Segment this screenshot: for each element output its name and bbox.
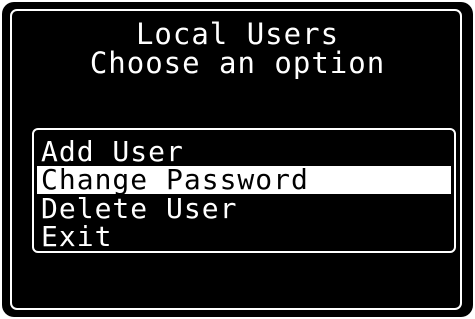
options-menu: Add User Change Password Delete User Exi… bbox=[32, 128, 456, 253]
dialog-title: Local Users bbox=[135, 17, 340, 51]
menu-item-add-user[interactable]: Add User bbox=[37, 138, 451, 166]
menu-item-delete-user[interactable]: Delete User bbox=[37, 195, 451, 223]
terminal-screen: Local Users Choose an option Add User Ch… bbox=[2, 2, 473, 317]
menu-item-change-password[interactable]: Change Password bbox=[37, 166, 451, 194]
menu-item-exit[interactable]: Exit bbox=[37, 223, 451, 251]
dialog-subtitle: Choose an option bbox=[89, 46, 386, 80]
